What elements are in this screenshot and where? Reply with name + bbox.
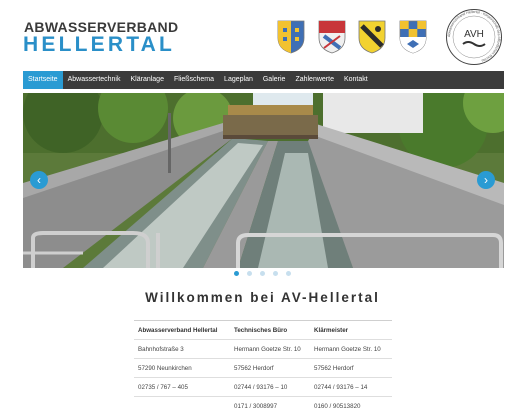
slider-dot[interactable]	[247, 271, 252, 276]
slider-prev-button[interactable]: ‹	[30, 171, 48, 189]
table-cell: 02735 / 767 – 405	[134, 377, 230, 397]
main-navigation: Startseite Abwassertechnik Kläranlage Fl…	[23, 71, 504, 89]
table-cell: 57562 Herdorf	[230, 358, 310, 378]
table-cell: 0160 / 90513820	[310, 396, 392, 415]
brand-name-line2[interactable]: HELLERTAL	[23, 33, 175, 57]
table-header-cell: Technisches Büro	[230, 320, 310, 340]
crest-2-icon	[318, 20, 346, 54]
nav-item-galerie[interactable]: Galerie	[258, 71, 291, 89]
table-cell: Hermann Goetze Str. 10	[230, 339, 310, 359]
site-header: ABWASSERVERBAND HELLERTAL Abwasserverban…	[0, 0, 525, 70]
slider-dot[interactable]	[234, 271, 239, 276]
table-row: 57290 Neunkirchen 57562 Herdorf 57562 He…	[134, 358, 392, 378]
table-cell: Hermann Goetze Str. 10	[310, 339, 392, 359]
contact-table: Abwasserverband Hellertal Technisches Bü…	[134, 320, 392, 415]
nav-item-kontakt[interactable]: Kontakt	[339, 71, 373, 89]
table-row: 02735 / 767 – 405 02744 / 93176 – 10 027…	[134, 377, 392, 397]
table-cell	[134, 396, 230, 415]
crest-4-icon	[399, 20, 427, 54]
table-cell: 57290 Neunkirchen	[134, 358, 230, 378]
table-header-cell: Abwasserverband Hellertal	[134, 320, 230, 340]
chevron-right-icon: ›	[484, 173, 488, 187]
slider-next-button[interactable]: ›	[477, 171, 495, 189]
table-cell: 0171 / 3008997	[230, 396, 310, 415]
nav-item-fliessschema[interactable]: Fließschema	[169, 71, 219, 89]
nav-item-klaeranlage[interactable]: Kläranlage	[126, 71, 169, 89]
nav-item-startseite[interactable]: Startseite	[23, 71, 63, 89]
nav-item-lageplan[interactable]: Lageplan	[219, 71, 258, 89]
slider-dot[interactable]	[260, 271, 265, 276]
nav-item-abwassertechnik[interactable]: Abwassertechnik	[63, 71, 126, 89]
table-cell: 57562 Herdorf	[310, 358, 392, 378]
image-slider[interactable]: ‹ ›	[23, 93, 504, 268]
page-title: Willkommen bei AV-Hellertal	[145, 290, 380, 305]
slider-dots	[0, 271, 525, 277]
slider-photo-treatment-plant	[23, 93, 504, 268]
avh-seal-logo: Abwasserverband Hellertal · Körperschaft…	[445, 8, 503, 66]
table-cell: 02744 / 93176 – 10	[230, 377, 310, 397]
chevron-left-icon: ‹	[37, 173, 41, 187]
seal-center-text: AVH	[464, 29, 484, 40]
crest-3-icon	[358, 20, 386, 54]
slider-dot[interactable]	[273, 271, 278, 276]
table-row: 0171 / 3008997 0160 / 90513820	[134, 396, 392, 415]
table-row: Bahnhofstraße 3 Hermann Goetze Str. 10 H…	[134, 339, 392, 359]
nav-item-zahlenwerte[interactable]: Zahlenwerte	[290, 71, 339, 89]
table-cell: Bahnhofstraße 3	[134, 339, 230, 359]
table-cell: 02744 / 93176 – 14	[310, 377, 392, 397]
slider-dot[interactable]	[286, 271, 291, 276]
crest-1-icon	[277, 20, 305, 54]
table-header-row: Abwasserverband Hellertal Technisches Bü…	[134, 320, 392, 340]
table-header-cell: Klärmeister	[310, 320, 392, 340]
